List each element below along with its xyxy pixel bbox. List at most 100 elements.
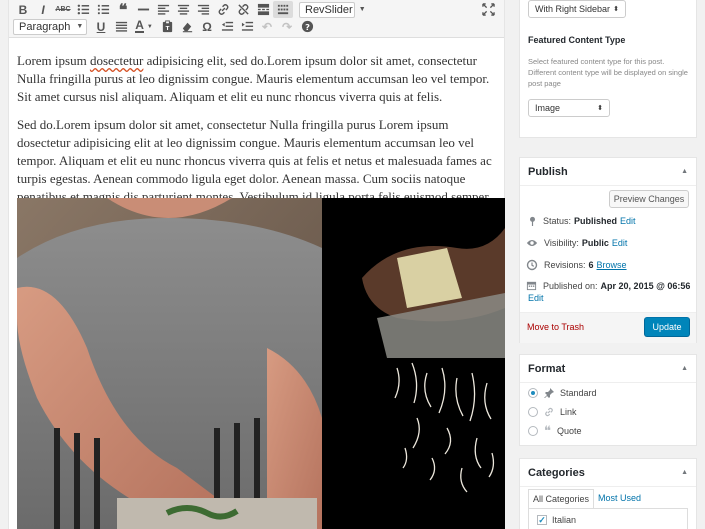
justify-icon[interactable] (111, 18, 131, 35)
editor-content[interactable]: Lorem ipsum dosectetur adipisicing elit,… (9, 38, 504, 224)
post-editor: B I ABC ❝ RevSlider ▼ Paragraph ▼ U A ▼ … (8, 0, 505, 529)
status-row: Status: Published Edit (528, 216, 636, 226)
chevron-down-icon: ▼ (358, 6, 366, 13)
tab-all-categories[interactable]: All Categories (528, 489, 595, 509)
category-list: ✓ Italian (528, 508, 688, 529)
fullscreen-icon[interactable] (478, 1, 498, 18)
misspelled-word: dosectetur (89, 53, 144, 68)
indent-icon[interactable] (237, 18, 257, 35)
clear-formatting-icon[interactable] (177, 18, 197, 35)
move-to-trash-link[interactable]: Move to Trash (527, 322, 584, 332)
p1-text-start: Lorem ipsum (17, 53, 90, 68)
pin-icon (530, 216, 535, 226)
align-right-icon[interactable] (193, 1, 213, 18)
link-icon[interactable] (213, 1, 233, 18)
format-select-value: Paragraph (19, 20, 71, 33)
revisions-label: Revisions: (544, 260, 586, 270)
revisions-value: 6 (588, 260, 594, 270)
checkbox-italian[interactable]: ✓ (537, 515, 547, 525)
blockquote-icon[interactable]: ❝ (113, 1, 133, 19)
outdent-icon[interactable] (217, 18, 237, 35)
text-color-icon[interactable]: A ▼ (131, 18, 157, 35)
collapse-arrow-icon[interactable]: ▲ (681, 469, 688, 476)
format-option-standard[interactable]: Standard (528, 388, 597, 398)
post-image[interactable] (17, 198, 505, 529)
format-panel: Format ▲ Standard Link ❝ Quote (519, 354, 697, 446)
status-value: Published (574, 216, 618, 226)
editor-toolbar: B I ABC ❝ RevSlider ▼ Paragraph ▼ U A ▼ … (9, 0, 504, 38)
radio-standard[interactable] (528, 388, 538, 398)
radio-quote[interactable] (528, 426, 538, 436)
visibility-row: Visibility: Public Edit (526, 238, 627, 248)
link-icon (545, 407, 553, 417)
categories-title: Categories (528, 466, 585, 479)
paragraph-format-select[interactable]: Paragraph ▼ (13, 18, 87, 35)
align-left-icon[interactable] (153, 1, 173, 18)
category-item[interactable]: ✓ Italian (537, 515, 679, 525)
revisions-clock-icon (526, 259, 538, 271)
publish-panel: Publish ▲ Preview Changes Status: Publis… (519, 157, 697, 343)
horizontal-line-icon[interactable] (133, 1, 153, 18)
published-label: Published on: (543, 280, 598, 291)
browse-revisions-link[interactable]: Browse (597, 260, 627, 270)
numbered-list-icon[interactable] (93, 1, 113, 18)
collapse-arrow-icon[interactable]: ▲ (681, 365, 688, 372)
featured-content-type-select[interactable]: Image ⬍ (528, 99, 610, 117)
toolbar-toggle-icon[interactable] (273, 1, 293, 18)
revisions-row: Revisions: 6 Browse (526, 259, 627, 271)
featured-select-value: Image (535, 103, 561, 113)
categories-panel-header[interactable]: Categories ▲ (520, 459, 696, 487)
italic-button[interactable]: I (33, 1, 53, 18)
redo-icon[interactable]: ↷ (277, 18, 297, 35)
underline-button[interactable]: U (91, 18, 111, 35)
visibility-label: Visibility: (544, 238, 579, 248)
eye-icon (526, 240, 538, 246)
publish-panel-header[interactable]: Publish ▲ (520, 158, 696, 186)
categories-panel: Categories ▲ All Categories Most Used ✓ … (519, 458, 697, 529)
svg-text:T: T (165, 26, 169, 32)
format-option-quote[interactable]: ❝ Quote (528, 423, 582, 438)
format-label-link: Link (560, 407, 577, 417)
strikethrough-button[interactable]: ABC (53, 1, 73, 18)
featured-content-help: Select featured content type for this po… (528, 57, 688, 88)
format-label-standard: Standard (560, 388, 597, 398)
help-icon[interactable]: ? (297, 18, 317, 35)
status-label: Status: (543, 216, 572, 226)
page-template-select[interactable]: With Right Sidebar ⬍ (528, 0, 626, 18)
quote-icon: ❝ (544, 423, 551, 438)
edit-status-link[interactable]: Edit (620, 216, 636, 226)
undo-icon[interactable]: ↶ (257, 18, 277, 35)
visibility-value: Public (581, 238, 609, 248)
revslider-label: RevSlider (305, 3, 353, 16)
chevron-down-icon: ▼ (76, 23, 84, 30)
category-tabs: All Categories Most Used (528, 489, 645, 509)
publish-title: Publish (528, 165, 568, 178)
format-title: Format (528, 362, 566, 375)
update-button[interactable]: Update (644, 317, 690, 337)
tab-most-used[interactable]: Most Used (594, 489, 645, 509)
edit-visibility-link[interactable]: Edit (612, 238, 628, 248)
template-panel: With Right Sidebar ⬍ Featured Content Ty… (519, 0, 697, 138)
special-character-icon[interactable]: Ω (197, 18, 217, 35)
revslider-dropdown[interactable]: RevSlider ▼ (299, 1, 366, 18)
format-panel-header[interactable]: Format ▲ (520, 355, 696, 383)
format-option-link[interactable]: Link (528, 407, 577, 417)
select-arrows-icon: ⬍ (597, 105, 603, 112)
published-on-row: Published on: Apr 20, 2015 @ 06:56 (526, 280, 693, 291)
edit-date-link[interactable]: Edit (528, 293, 544, 303)
collapse-arrow-icon[interactable]: ▲ (681, 168, 688, 175)
bulleted-list-icon[interactable] (73, 1, 93, 18)
publish-actions: Move to Trash Update (520, 312, 696, 343)
paste-as-text-icon[interactable]: T (157, 18, 177, 35)
bold-button[interactable]: B (13, 1, 33, 18)
category-label-italian: Italian (552, 515, 577, 525)
read-more-icon[interactable] (253, 1, 273, 18)
unlink-icon[interactable] (233, 1, 253, 18)
preview-changes-button[interactable]: Preview Changes (609, 190, 689, 208)
select-arrows-icon: ⬍ (613, 6, 619, 13)
pushpin-icon (544, 388, 554, 398)
align-center-icon[interactable] (173, 1, 193, 18)
calendar-icon (526, 281, 537, 291)
format-label-quote: Quote (557, 426, 582, 436)
radio-link[interactable] (528, 407, 538, 417)
